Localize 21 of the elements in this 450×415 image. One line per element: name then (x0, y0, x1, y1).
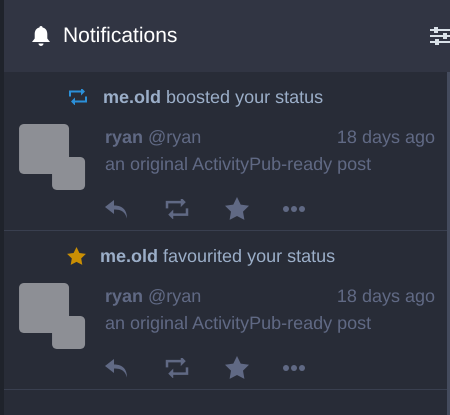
timestamp[interactable]: 18 days ago (336, 124, 435, 151)
more-button[interactable] (283, 206, 305, 212)
boost-icon[interactable] (163, 198, 191, 218)
settings-icon[interactable] (430, 26, 450, 46)
boost-icon (67, 89, 89, 105)
more-button[interactable] (283, 364, 305, 370)
status-content: an original ActivityPub-ready post (105, 153, 372, 176)
column-title: Notifications (63, 23, 178, 50)
star-icon[interactable] (225, 197, 249, 220)
reply-icon[interactable] (105, 356, 129, 378)
notification-text: me.old favourited your status (100, 245, 336, 267)
author-name[interactable]: ryan @ryan (105, 124, 202, 151)
timestamp[interactable]: 18 days ago (336, 283, 435, 310)
status-content: an original ActivityPub-ready post (105, 312, 372, 335)
reply-icon[interactable] (105, 198, 129, 220)
author-name[interactable]: ryan @ryan (105, 283, 202, 310)
boost-icon[interactable] (163, 358, 191, 378)
star-icon[interactable] (225, 356, 249, 379)
star-icon (67, 247, 86, 265)
bell-icon (31, 25, 51, 47)
notification-text: me.old boosted your status (103, 86, 324, 108)
